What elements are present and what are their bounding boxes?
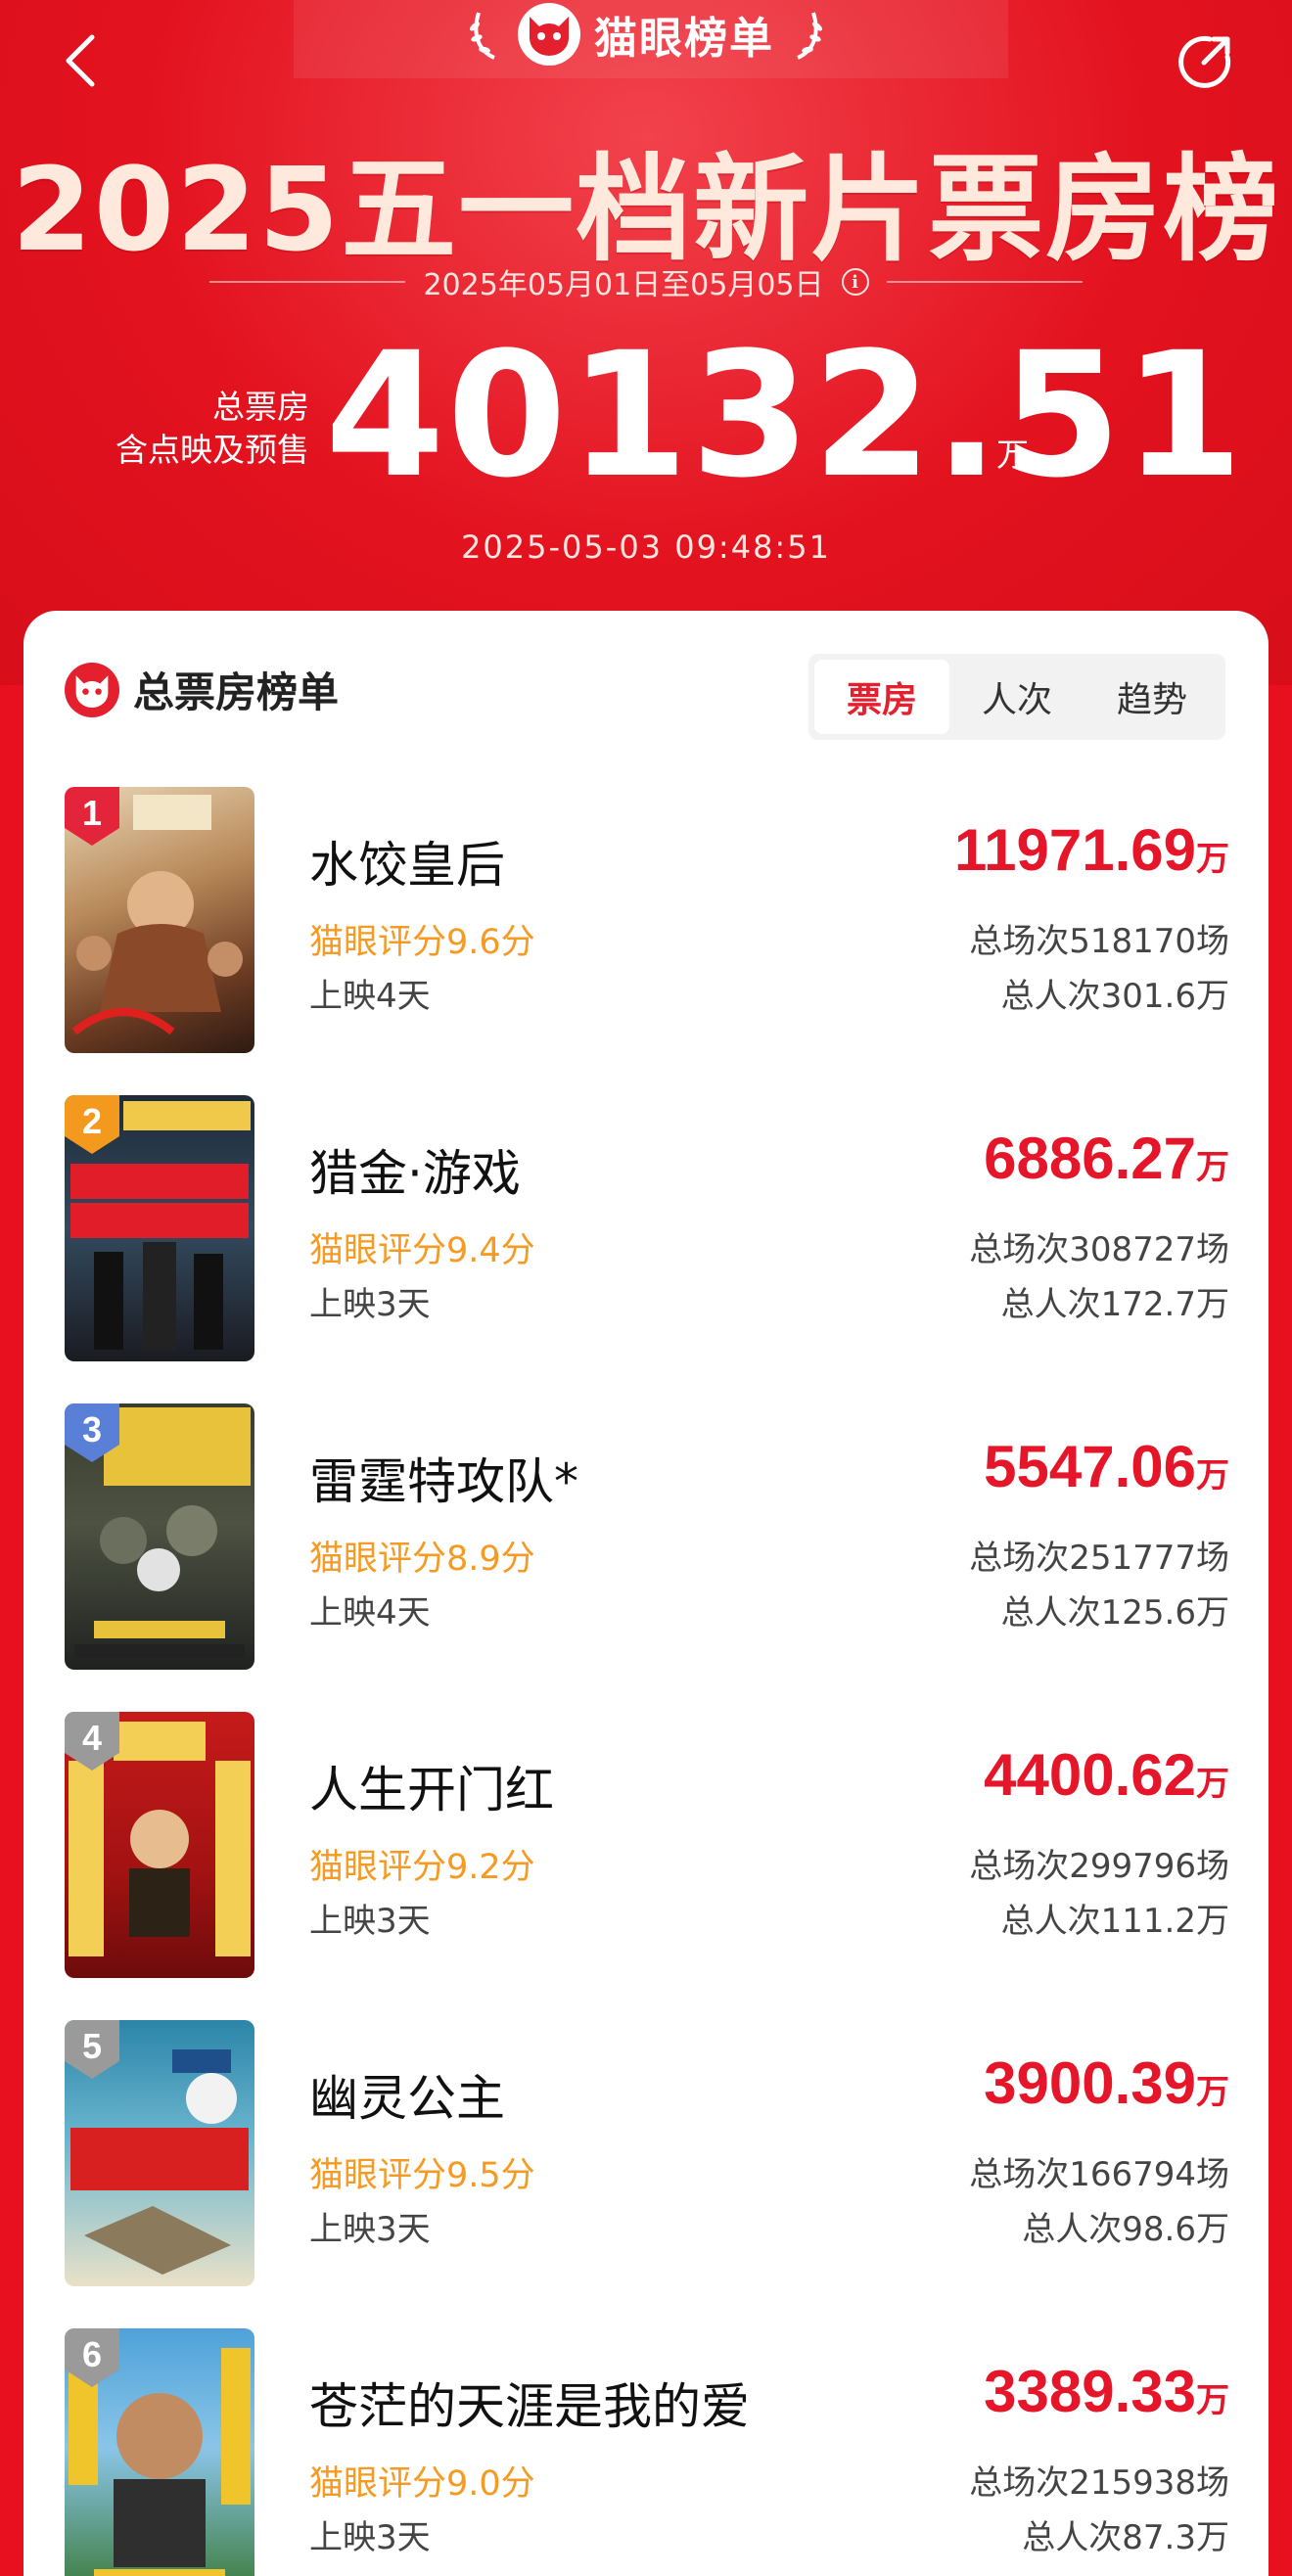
brand-header: 猫眼榜单 (460, 0, 832, 69)
movie-total-shows: 总场次215938场 (969, 2463, 1229, 2503)
movie-poster[interactable]: 4 (65, 1712, 254, 1978)
update-timestamp: 2025-05-03 09:48:51 (461, 529, 831, 566)
movie-box-office: 11971.69万 (954, 816, 1229, 884)
ranking-tabs: 票房 人次 趋势 (808, 654, 1225, 740)
total-box-office-label: 总票房 含点映及预售 (88, 386, 309, 472)
movie-title[interactable]: 猎金·游戏 (309, 1134, 521, 1205)
divider-right (886, 281, 1083, 283)
movie-title[interactable]: 幽灵公主 (309, 2059, 505, 2130)
ranking-card: 总票房榜单 票房 人次 趋势 1 水饺皇后 猫眼评分9.6分 上映4天 1197… (23, 611, 1269, 2576)
movie-row[interactable]: 4 人生开门红 猫眼评分9.2分 上映3天 4400.62万 总场次299796… (65, 1712, 1229, 1978)
info-icon[interactable]: i (841, 268, 869, 296)
movie-row[interactable]: 6 苍茫的天涯是我的爱 猫眼评分9.0分 上映3天 3389.33万 总场次21… (65, 2328, 1229, 2576)
total-label-line2: 含点映及预售 (115, 431, 309, 469)
movie-row[interactable]: 1 水饺皇后 猫眼评分9.6分 上映4天 11971.69万 总场次518170… (65, 787, 1229, 1053)
movie-box-office: 3389.33万 (984, 2358, 1229, 2425)
total-unit: 万 (996, 436, 1029, 474)
movie-box-office: 5547.06万 (984, 1433, 1229, 1500)
movie-title[interactable]: 人生开门红 (309, 1751, 554, 1821)
laurel-left-icon (470, 12, 495, 60)
chevron-left-icon (66, 34, 95, 87)
movie-score: 猫眼评分9.5分 (309, 2156, 535, 2195)
movie-total-shows: 总场次518170场 (969, 922, 1229, 961)
box-office-value: 11971.69 (954, 817, 1196, 883)
total-label-line1: 总票房 (212, 388, 309, 426)
box-office-value: 5547.06 (984, 1434, 1196, 1499)
page-title: 2025五一档新片票房榜 (11, 142, 1281, 277)
maoyan-cat-icon (65, 662, 119, 717)
movie-days-released: 上映3天 (309, 2210, 431, 2249)
date-range-row: 2025年05月01日至05月05日 i (0, 260, 1292, 303)
divider-left (209, 281, 406, 283)
movie-title[interactable]: 雷霆特攻队* (309, 1443, 578, 1513)
brand-title: 猫眼榜单 (594, 14, 774, 64)
movie-total-attendance: 总人次125.6万 (1000, 1593, 1229, 1633)
movie-total-attendance: 总人次301.6万 (1000, 977, 1229, 1016)
laurel-right-icon (797, 12, 822, 60)
movie-total-shows: 总场次166794场 (969, 2155, 1229, 2194)
box-office-unit: 万 (1196, 840, 1229, 879)
tab-attendance[interactable]: 人次 (949, 660, 1084, 734)
box-office-value: 6886.27 (984, 1126, 1196, 1191)
total-box-office-value: 40132.51 (325, 315, 1246, 516)
movie-score: 猫眼评分9.0分 (309, 2464, 535, 2504)
card-header: 总票房榜单 (65, 660, 339, 719)
back-button[interactable] (51, 31, 110, 90)
maoyan-logo-icon (518, 3, 580, 66)
movie-days-released: 上映4天 (309, 1593, 431, 1633)
movie-days-released: 上映3天 (309, 1902, 431, 1941)
movie-row[interactable]: 2 猎金·游戏 猫眼评分9.4分 上映3天 6886.27万 总场次308727… (65, 1095, 1229, 1361)
movie-box-office: 3900.39万 (984, 2049, 1229, 2117)
movie-days-released: 上映3天 (309, 1285, 431, 1324)
movie-title[interactable]: 苍茫的天涯是我的爱 (309, 2368, 750, 2438)
share-button[interactable] (1175, 29, 1237, 92)
movie-poster[interactable]: 2 (65, 1095, 254, 1361)
movie-days-released: 上映4天 (309, 977, 431, 1016)
date-range: 2025年05月01日至05月05日 (423, 268, 824, 302)
movie-total-shows: 总场次251777场 (969, 1539, 1229, 1578)
card-title: 总票房榜单 (133, 668, 340, 716)
movie-poster[interactable]: 5 (65, 2020, 254, 2286)
tab-box-office[interactable]: 票房 (814, 660, 949, 734)
movie-row[interactable]: 5 幽灵公主 猫眼评分9.5分 上映3天 3900.39万 总场次166794场… (65, 2020, 1229, 2286)
movie-days-released: 上映3天 (309, 2518, 431, 2557)
tab-trend[interactable]: 趋势 (1084, 660, 1220, 734)
movie-poster[interactable]: 1 (65, 787, 254, 1053)
movie-total-attendance: 总人次111.2万 (1000, 1902, 1229, 1941)
movie-total-shows: 总场次299796场 (969, 1847, 1229, 1886)
box-office-unit: 万 (1196, 2073, 1229, 2112)
box-office-value: 3900.39 (984, 2050, 1196, 2116)
box-office-unit: 万 (1196, 1456, 1229, 1495)
movie-total-attendance: 总人次172.7万 (1000, 1285, 1229, 1324)
movie-score: 猫眼评分9.2分 (309, 1848, 535, 1887)
hero-banner: 猫眼榜单 2025五一档新片票房榜 2025年05月01日至05月05日 i 总… (0, 0, 1292, 685)
box-office-unit: 万 (1196, 1765, 1229, 1804)
movie-poster[interactable]: 3 (65, 1403, 254, 1670)
movie-total-attendance: 总人次87.3万 (1022, 2518, 1229, 2557)
movie-total-shows: 总场次308727场 (969, 1230, 1229, 1269)
movie-score: 猫眼评分8.9分 (309, 1540, 535, 1579)
movie-score: 猫眼评分9.6分 (309, 923, 535, 962)
movie-row[interactable]: 3 雷霆特攻队* 猫眼评分8.9分 上映4天 5547.06万 总场次25177… (65, 1403, 1229, 1670)
movie-poster[interactable]: 6 (65, 2328, 254, 2576)
movie-title[interactable]: 水饺皇后 (309, 826, 505, 897)
box-office-unit: 万 (1196, 2381, 1229, 2420)
movie-total-attendance: 总人次98.6万 (1022, 2210, 1229, 2249)
movie-box-office: 4400.62万 (984, 1741, 1229, 1809)
movie-box-office: 6886.27万 (984, 1125, 1229, 1192)
movie-score: 猫眼评分9.4分 (309, 1231, 535, 1270)
box-office-unit: 万 (1196, 1148, 1229, 1187)
box-office-value: 3389.33 (984, 2359, 1196, 2424)
share-icon (1178, 35, 1231, 88)
box-office-value: 4400.62 (984, 1742, 1196, 1808)
